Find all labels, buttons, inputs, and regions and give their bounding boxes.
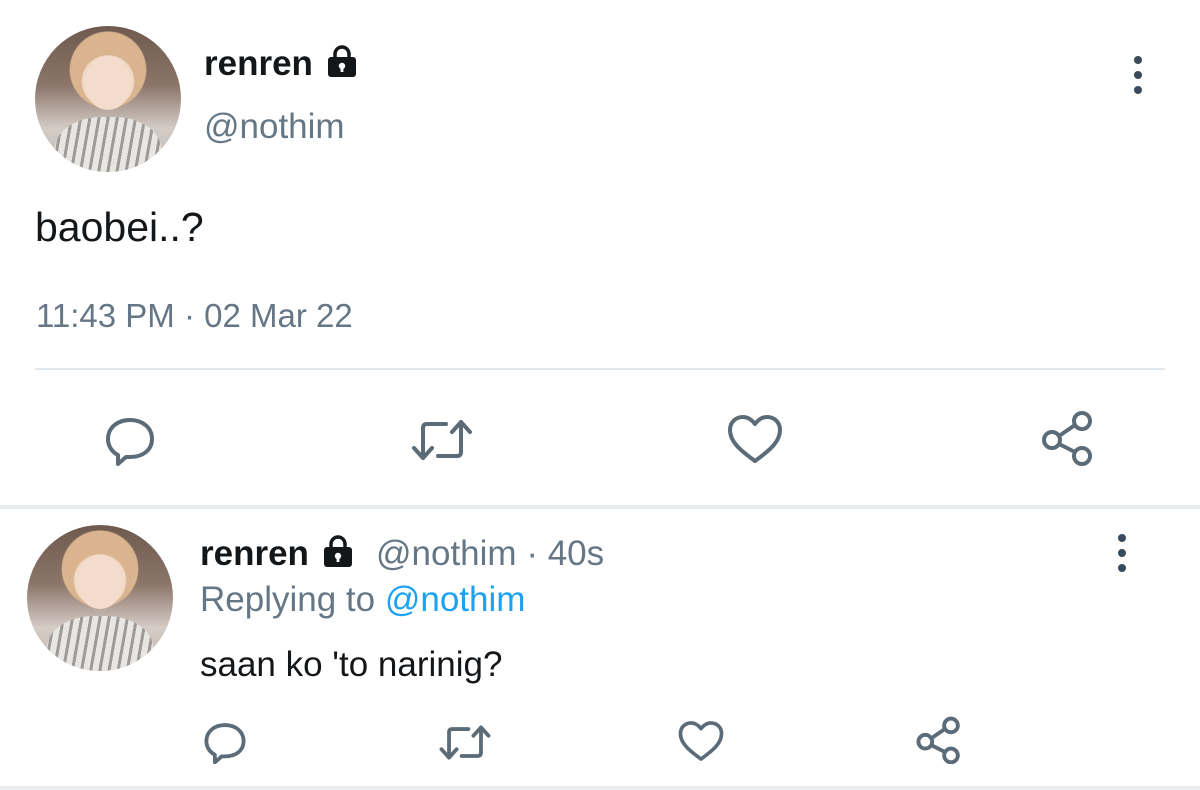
- share-button[interactable]: [915, 716, 963, 764]
- share-icon: [1042, 411, 1092, 466]
- more-vertical-icon[interactable]: [1115, 534, 1129, 572]
- lock-icon: [323, 535, 353, 576]
- tweet-text: baobei..?: [35, 204, 204, 250]
- reply-separator: ·: [526, 534, 538, 573]
- reply-button[interactable]: [203, 720, 247, 764]
- timestamp: 11:43 PM · 02 Mar 22: [36, 297, 353, 335]
- replying-to-prefix: Replying to: [200, 580, 376, 619]
- retweet-icon: [412, 420, 472, 460]
- reply-display-name[interactable]: renren: [200, 534, 353, 576]
- tweet-date: 02 Mar 22: [204, 297, 353, 334]
- divider: [35, 368, 1165, 370]
- bottom-border: [0, 786, 1200, 790]
- share-icon: [916, 716, 960, 764]
- reply-icon: [204, 723, 246, 764]
- like-button[interactable]: [678, 720, 724, 762]
- reply-icon: [106, 418, 154, 466]
- display-name-text: renren: [204, 44, 313, 83]
- reply-button[interactable]: [104, 414, 156, 466]
- reply-age: 40s: [547, 534, 605, 573]
- reply-display-name-text: renren: [200, 534, 309, 573]
- heart-icon: [678, 721, 724, 761]
- retweet-icon: [439, 725, 491, 760]
- reply-text: saan ko 'to narinig?: [200, 645, 503, 684]
- replying-to: Replying to @nothim: [200, 580, 525, 620]
- reply-handle-line: @nothim · 40s: [376, 534, 604, 574]
- tweet-time: 11:43 PM: [36, 297, 175, 334]
- timestamp-separator: ·: [183, 297, 195, 334]
- avatar[interactable]: [35, 26, 181, 172]
- like-button[interactable]: [727, 414, 783, 464]
- handle[interactable]: @nothim: [204, 107, 345, 147]
- retweet-button[interactable]: [438, 724, 492, 761]
- heart-icon: [728, 415, 782, 463]
- tweet-separator: [0, 505, 1200, 509]
- retweet-button[interactable]: [410, 418, 474, 462]
- replying-to-mention[interactable]: @nothim: [385, 580, 526, 619]
- lock-icon: [327, 45, 357, 86]
- more-vertical-icon[interactable]: [1131, 56, 1145, 94]
- avatar[interactable]: [27, 525, 173, 671]
- share-button[interactable]: [1040, 410, 1096, 466]
- display-name[interactable]: renren: [204, 44, 357, 86]
- reply-handle[interactable]: @nothim: [376, 534, 517, 573]
